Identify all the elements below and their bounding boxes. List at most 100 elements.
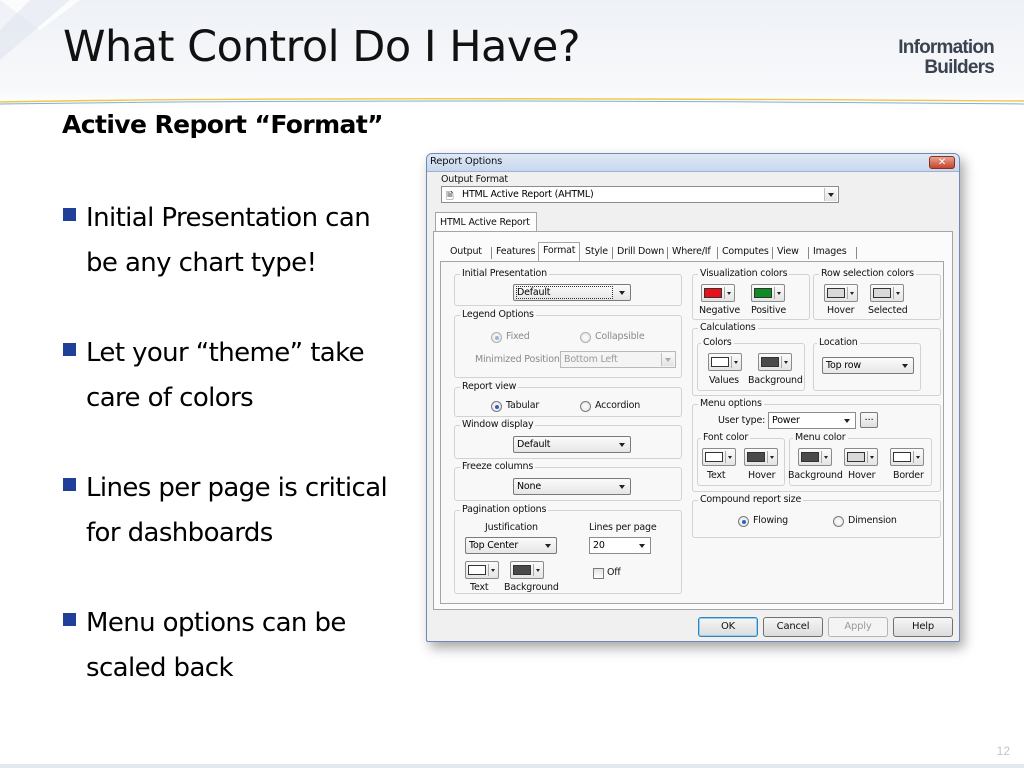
slide-title: What Control Do I Have? [63, 22, 581, 72]
tab-html-active-report[interactable]: HTML Active Report [435, 212, 537, 232]
output-format-select[interactable]: 🗎 HTML Active Report (AHTML) [441, 186, 839, 203]
bullet-item: Initial Presentation can be any chart typ… [62, 196, 422, 286]
pagination-off-checkbox[interactable] [593, 568, 604, 579]
menu-hover-font-color-picker[interactable] [744, 448, 778, 466]
menu-hover-color-picker[interactable] [844, 448, 878, 466]
minimized-position-select[interactable]: Bottom Left [560, 351, 676, 368]
color-swatch [754, 288, 772, 298]
cancel-button[interactable]: Cancel [763, 617, 823, 637]
chevron-down-icon [893, 287, 902, 299]
report-view-group: Report view Tabular Accordion [454, 381, 682, 417]
positive-color-picker[interactable] [751, 284, 785, 302]
menu-hover-label: Hover [848, 470, 876, 481]
menu-text-color-picker[interactable] [702, 448, 736, 466]
tab-computes[interactable]: Computes [718, 244, 773, 261]
lines-per-page-select[interactable]: 20 [589, 537, 651, 554]
user-type-select[interactable]: Power [768, 412, 856, 429]
tab-features[interactable]: Features [492, 244, 539, 261]
bullet-line: Initial Presentation can [86, 203, 371, 233]
user-type-more-button[interactable]: ... [860, 412, 878, 428]
dialog-titlebar[interactable]: Report Options ✕ [427, 154, 959, 172]
row-hover-color-picker[interactable] [824, 284, 858, 302]
help-button[interactable]: Help [893, 617, 953, 637]
pagination-background-color-picker[interactable] [510, 561, 544, 579]
initial-presentation-select[interactable]: Default [513, 284, 631, 301]
calculations-title: Calculations [698, 322, 758, 333]
calculation-colors-title: Colors [701, 337, 734, 348]
chevron-down-icon [731, 356, 740, 368]
tab-images[interactable]: Images [809, 244, 851, 261]
pagination-background-label: Background [504, 582, 559, 593]
calc-background-color-picker[interactable] [758, 353, 792, 371]
pagination-options-group: Pagination options Justification Lines p… [454, 504, 682, 594]
footer-band [0, 764, 1024, 768]
tab-drill-down[interactable]: Drill Down [613, 244, 668, 261]
report-view-tabular-radio[interactable] [491, 401, 502, 412]
bullet-square-icon [63, 613, 76, 626]
row-selected-color-picker[interactable] [870, 284, 904, 302]
ok-button[interactable]: OK [698, 617, 758, 637]
compound-flowing-radio[interactable] [738, 516, 749, 527]
output-format-label: Output Format [441, 174, 508, 185]
calc-values-color-picker[interactable] [708, 353, 742, 371]
report-options-dialog: Report Options ✕ Output Format 🗎 HTML Ac… [426, 153, 960, 642]
legend-fixed-label: Fixed [506, 331, 530, 342]
initial-presentation-group: Initial Presentation Default [454, 268, 682, 306]
tab-view[interactable]: View [773, 244, 803, 261]
calculations-group: Calculations Colors Values Background Lo… [692, 322, 941, 396]
legend-fixed-radio[interactable] [491, 332, 502, 343]
menu-background-color-picker[interactable] [798, 448, 832, 466]
visualization-colors-title: Visualization colors [698, 268, 790, 279]
chevron-down-icon [913, 451, 922, 463]
negative-color-picker[interactable] [701, 284, 735, 302]
tab-where-if[interactable]: Where/If [668, 244, 715, 261]
bullet-square-icon [63, 478, 76, 491]
outer-tab-panel: Output Features Format Style Drill Down … [433, 231, 953, 610]
logo-line-2: Builders [924, 57, 994, 78]
justification-select[interactable]: Top Center [465, 537, 557, 554]
chevron-down-icon [725, 451, 734, 463]
legend-options-group: Legend Options Fixed Collapsible Minimiz… [454, 309, 682, 378]
menu-options-title: Menu options [698, 398, 764, 409]
justification-label: Justification [485, 522, 538, 533]
report-view-tabular-label: Tabular [506, 400, 540, 411]
lines-per-page-label: Lines per page [589, 522, 657, 533]
page-number: 12 [996, 744, 1010, 758]
apply-button[interactable]: Apply [828, 617, 888, 637]
calculation-location-group: Location Top row [813, 337, 921, 391]
chevron-down-icon [616, 480, 629, 493]
row-selected-label: Selected [868, 305, 908, 316]
freeze-columns-group: Freeze columns None [454, 461, 682, 501]
chevron-down-icon [841, 414, 854, 427]
chevron-down-icon [542, 539, 555, 552]
minimized-position-label: Minimized Position: [475, 354, 563, 365]
freeze-columns-value: None [517, 481, 541, 492]
tab-output[interactable]: Output [446, 244, 486, 261]
close-button[interactable]: ✕ [929, 156, 955, 169]
report-view-title: Report view [460, 381, 519, 392]
menu-border-color-picker[interactable] [890, 448, 924, 466]
chevron-down-icon [899, 359, 912, 372]
pagination-text-color-picker[interactable] [465, 561, 499, 579]
window-display-select[interactable]: Default [513, 436, 631, 453]
compound-dimension-radio[interactable] [833, 516, 844, 527]
initial-presentation-value: Default [517, 287, 551, 298]
tab-format[interactable]: Format [538, 242, 581, 261]
color-swatch [705, 452, 723, 462]
freeze-columns-select[interactable]: None [513, 478, 631, 495]
color-swatch [704, 288, 722, 298]
report-view-accordion-radio[interactable] [580, 401, 591, 412]
legend-collapsible-label: Collapsible [595, 331, 645, 342]
format-tab-panel: Initial Presentation Default Legend Opti… [440, 261, 944, 604]
compound-flowing-label: Flowing [753, 515, 788, 526]
chevron-down-icon [824, 188, 837, 201]
lines-per-page-value: 20 [593, 540, 605, 551]
chevron-down-icon [616, 286, 629, 299]
calc-location-select[interactable]: Top row [822, 357, 914, 374]
calculation-location-title: Location [817, 337, 860, 348]
color-swatch [468, 565, 486, 575]
legend-collapsible-radio[interactable] [580, 332, 591, 343]
row-selection-colors-group: Row selection colors Hover Selected [813, 268, 941, 320]
tab-style[interactable]: Style [581, 244, 612, 261]
initial-presentation-title: Initial Presentation [460, 268, 549, 279]
